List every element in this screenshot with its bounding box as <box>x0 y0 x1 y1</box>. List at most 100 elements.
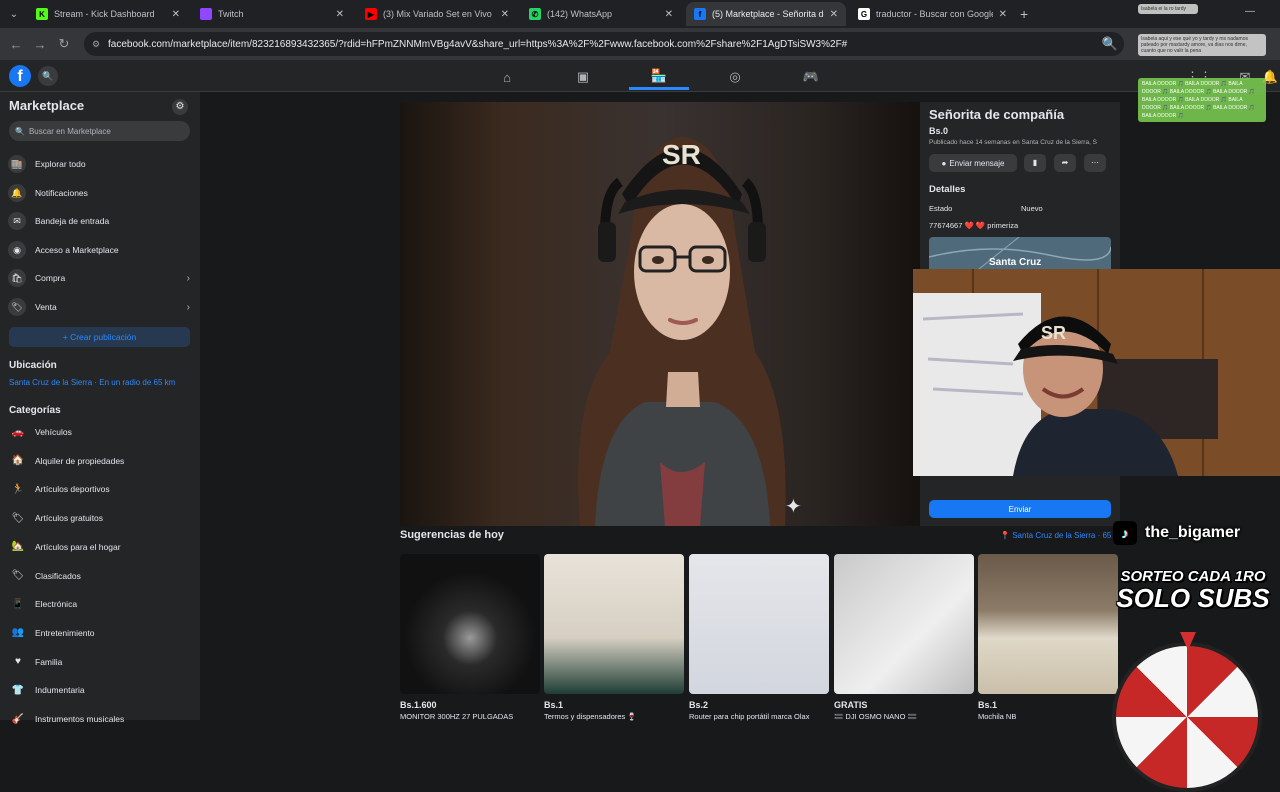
prize-wheel <box>1112 642 1262 792</box>
category-icon: 👕 <box>11 684 25 696</box>
suggestion-card[interactable]: Bs.1.600 MONITOR 300HZ 27 PULGADAS <box>400 554 540 721</box>
wheel-pointer-icon <box>1180 632 1196 650</box>
category-item[interactable]: 🏷 Artículos gratuitos <box>0 505 200 531</box>
tab-close-icon[interactable]: ✕ <box>999 9 1007 20</box>
more-options-icon[interactable]: ⋯ <box>1084 154 1106 172</box>
sidebar-item-icon: 🏷 <box>8 298 26 316</box>
back-icon[interactable]: ← <box>4 37 28 52</box>
category-item[interactable]: ♥ Familia <box>0 649 200 675</box>
category-icon: 🏷 <box>11 512 25 524</box>
tab-close-icon[interactable]: ✕ <box>501 9 509 20</box>
streamer-webcam-overlay: SR <box>913 269 1280 476</box>
suggestion-image <box>978 554 1118 694</box>
sidebar-item[interactable]: ◉ Acceso a Marketplace <box>0 237 200 263</box>
category-item[interactable]: 🏷 Clasificados <box>0 563 200 589</box>
category-label: Familia <box>35 656 63 667</box>
category-item[interactable]: 📱 Electrónica <box>0 591 200 617</box>
sidebar-item[interactable]: ✉ Bandeja de entrada <box>0 208 200 234</box>
category-icon: 🏷 <box>11 570 25 581</box>
tab-close-icon[interactable]: ✕ <box>830 9 838 20</box>
listing-published: Publicado hace 14 semanas en Santa Cruz … <box>929 139 1098 146</box>
suggestions-title: Sugerencias de hoy <box>400 529 504 541</box>
category-item[interactable]: 👕 Indumentaria <box>0 677 200 703</box>
share-icon[interactable]: ➦ <box>1054 154 1076 172</box>
tab-title: Stream - Kick Dashboard <box>54 9 155 19</box>
giveaway-banner: SORTEO CADA 1RO SOLO SUBS <box>1113 568 1273 614</box>
category-icon: 🏠 <box>11 455 25 467</box>
new-tab-button[interactable]: + <box>1020 6 1028 22</box>
browser-tab[interactable]: ▶ (3) Mix Variado Set en Vivo | Bol ✕ <box>357 2 517 26</box>
send-message-button[interactable]: ● Enviar mensaje <box>929 154 1017 172</box>
facebook-logo-icon[interactable]: f <box>9 65 31 87</box>
zoom-icon[interactable]: 🔍 <box>1098 36 1122 52</box>
category-label: Electrónica <box>35 599 78 610</box>
tab-search-dropdown-icon[interactable]: ⌄ <box>4 4 24 24</box>
site-info-icon[interactable]: ⚙ <box>92 39 100 50</box>
minimize-icon[interactable]: — <box>1245 6 1255 17</box>
category-icon: 🎸 <box>11 713 25 725</box>
browser-tab[interactable]: f (5) Marketplace - Señorita de co ✕ <box>686 2 846 26</box>
tab-title: traductor - Buscar con Google <box>876 9 993 19</box>
suggestion-image <box>689 554 829 694</box>
browser-tab[interactable]: K Stream - Kick Dashboard ✕ <box>28 2 188 26</box>
browser-tab[interactable]: ✆ (142) WhatsApp ✕ <box>521 2 681 26</box>
send-button[interactable]: Enviar <box>929 500 1111 518</box>
sidebar-item[interactable]: 🏷 Venta › <box>0 294 200 320</box>
send-message-label: Enviar mensaje <box>949 158 1005 168</box>
category-label: Clasificados <box>35 570 81 581</box>
sidebar-item[interactable]: 🛍 Compra › <box>0 265 200 291</box>
tab-close-icon[interactable]: ✕ <box>336 9 344 20</box>
gaming-nav-icon[interactable]: 🎮 <box>781 64 841 90</box>
sidebar-item-icon: ✉ <box>8 212 26 231</box>
suggestion-image <box>544 554 684 694</box>
suggestion-card[interactable]: Bs.2 Router para chip portátil marca Olax <box>689 554 829 721</box>
create-listing-button[interactable]: + Crear publicación <box>9 327 190 347</box>
address-bar-row: ← → ↻ ⚙ facebook.com/marketplace/item/82… <box>0 28 1280 60</box>
state-value: Nuevo <box>1021 204 1043 213</box>
groups-nav-icon[interactable]: ◎ <box>705 64 765 90</box>
tab-close-icon[interactable]: ✕ <box>665 9 673 20</box>
category-label: Vehículos <box>35 427 72 437</box>
facebook-search-icon[interactable]: 🔍 <box>38 66 58 86</box>
forward-icon[interactable]: → <box>28 37 52 52</box>
messenger-icon: ● <box>941 158 947 168</box>
suggestion-price: Bs.2 <box>689 700 709 710</box>
category-item[interactable]: 🏃 Artículos deportivos <box>0 476 200 502</box>
map-label: Santa Cruz <box>989 257 1042 268</box>
search-placeholder: Buscar en Marketplace <box>28 126 111 136</box>
browser-tab[interactable]: Gtraductor - Buscar con Google ✕ <box>850 2 1015 26</box>
listing-person-image: SR <box>578 137 786 526</box>
home-nav-icon[interactable]: ⌂ <box>477 64 537 90</box>
browser-tab[interactable]: Twitch ✕ <box>192 2 352 26</box>
marketplace-nav-icon[interactable]: 🏪 <box>629 64 689 90</box>
sidebar-item[interactable]: 🏬 Explorar todo <box>0 151 200 177</box>
video-nav-icon[interactable]: ▣ <box>553 64 613 90</box>
suggestion-image <box>834 554 974 694</box>
tab-favicon-icon: K <box>36 8 48 20</box>
settings-gear-icon[interactable]: ⚙ <box>172 99 188 115</box>
category-label: Indumentaria <box>35 685 85 696</box>
suggestion-price: Bs.1.600 <box>400 700 437 710</box>
category-item[interactable]: 🎸 Instrumentos musicales <box>0 706 200 732</box>
sidebar-item-label: Explorar todo <box>35 159 86 169</box>
suggestions-location-link[interactable]: 📍 Santa Cruz de la Sierra · 65 k <box>1000 531 1118 540</box>
suggestion-card[interactable]: Bs.1 Mochila NB <box>978 554 1118 721</box>
tab-favicon-icon: ▶ <box>365 8 377 20</box>
marketplace-search-input[interactable]: 🔍 Buscar en Marketplace <box>9 121 190 141</box>
tab-title: (3) Mix Variado Set en Vivo | Bol <box>383 9 495 19</box>
location-link[interactable]: Santa Cruz de la Sierra · En un radio de… <box>9 378 175 387</box>
categories-title: Categorías <box>9 405 61 416</box>
category-item[interactable]: 🏡 Artículos para el hogar <box>0 534 200 560</box>
category-item[interactable]: 🏠 Alquiler de propiedades <box>0 448 200 474</box>
listing-photo[interactable]: SR ✦ <box>400 102 920 526</box>
url-field[interactable]: ⚙ facebook.com/marketplace/item/82321689… <box>84 32 1124 56</box>
save-icon[interactable]: ▮ <box>1024 154 1046 172</box>
tab-close-icon[interactable]: ✕ <box>172 9 180 20</box>
chevron-right-icon: › <box>186 272 190 284</box>
category-item[interactable]: 👥 Entretenimiento <box>0 620 200 646</box>
reload-icon[interactable]: ↻ <box>52 36 76 52</box>
suggestion-card[interactable]: GRATIS 🟰 DJI OSMO NANO 🟰 <box>834 554 974 721</box>
category-item[interactable]: 🚗 Vehículos <box>0 419 200 445</box>
sidebar-item[interactable]: 🔔 Notificaciones <box>0 180 200 206</box>
suggestion-card[interactable]: Bs.1 Termos y dispensadores 🍷 <box>544 554 684 721</box>
